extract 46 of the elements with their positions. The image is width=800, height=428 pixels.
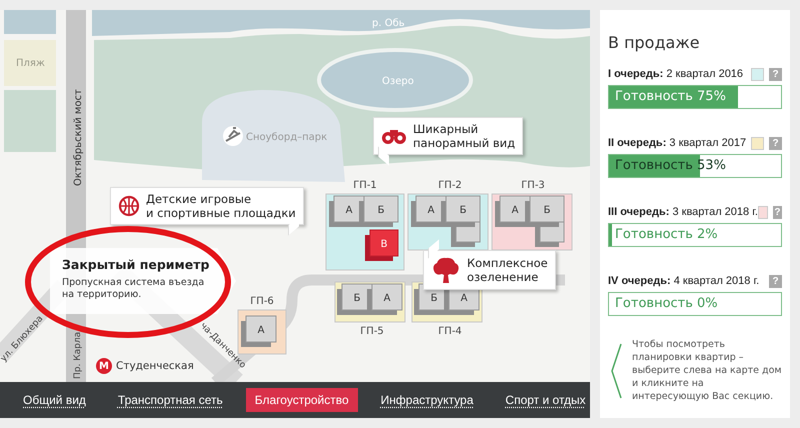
building-plot[interactable]: А [238,310,286,354]
tree-icon [431,255,461,285]
street-label: Пр. Карла [73,332,83,379]
building-label: ГП-2 [438,180,462,191]
building-label: ГП-3 [521,180,545,191]
park-area [4,90,56,152]
beach-label: Пляж [16,58,45,69]
queue-name: III очередь: 3 квартал 2018 г. [608,206,758,218]
building-plot[interactable]: А Б [408,194,488,250]
beach [4,40,56,86]
building-label: ГП-1 [353,180,377,191]
building-label: ГП-4 [438,326,462,337]
nav-tab[interactable]: Транспортная сеть [108,388,232,412]
progress-label: Готовность 2% [615,227,718,242]
binoculars-icon [381,127,407,145]
nav-tab[interactable]: Инфраструктура [372,388,482,412]
callout-text: и спортивные площадки [146,206,296,220]
queue-name: I очередь: 2 квартал 2016 [608,68,744,80]
panel-title: В продаже [608,33,701,52]
callout-text: озеленение [467,270,540,284]
river-label: р. Обь [372,18,405,29]
building-plot[interactable]: А Б [492,194,572,250]
nav-tab[interactable]: Благоустройство [246,388,358,412]
building-plot[interactable]: Б А [334,282,406,322]
callout-text: Шикарный [413,122,480,136]
queue-name: II очередь: 3 квартал 2017 [608,137,748,149]
bracket-icon [610,342,622,398]
queue-name: IV очередь: 4 квартал 2018 г. [608,275,760,287]
callout-text: панорамный вид [413,136,516,150]
perimeter-text: Пропускная система въезда на территорию. [62,277,206,301]
callout-text: Комплексное [467,256,548,270]
callout-text: Детские игровые [146,192,252,206]
park-label: Сноуборд–парк [246,132,328,143]
building-label: ГП-5 [360,326,384,337]
nav-tab[interactable]: Спорт и отдых [496,388,595,412]
building-plot[interactable]: А Б В [326,194,404,270]
progress-label: Готовность 75% [615,89,726,104]
hint-text: Чтобы посмотреть планировки квартир – выберите слева на карте дом и кликните на интересующую Вас секцию. [632,338,782,403]
metro-station: Студенческая [116,360,194,372]
lake-label: Озеро [382,76,414,87]
building-label: ГП-6 [250,296,274,307]
snowboarder-icon [223,126,243,146]
nav-tab[interactable]: Общий вид [14,388,95,412]
perimeter-title: Закрытый периметр [62,257,210,272]
bridge-label: Октябрьский мост [73,89,84,186]
basketball-icon [118,195,140,217]
